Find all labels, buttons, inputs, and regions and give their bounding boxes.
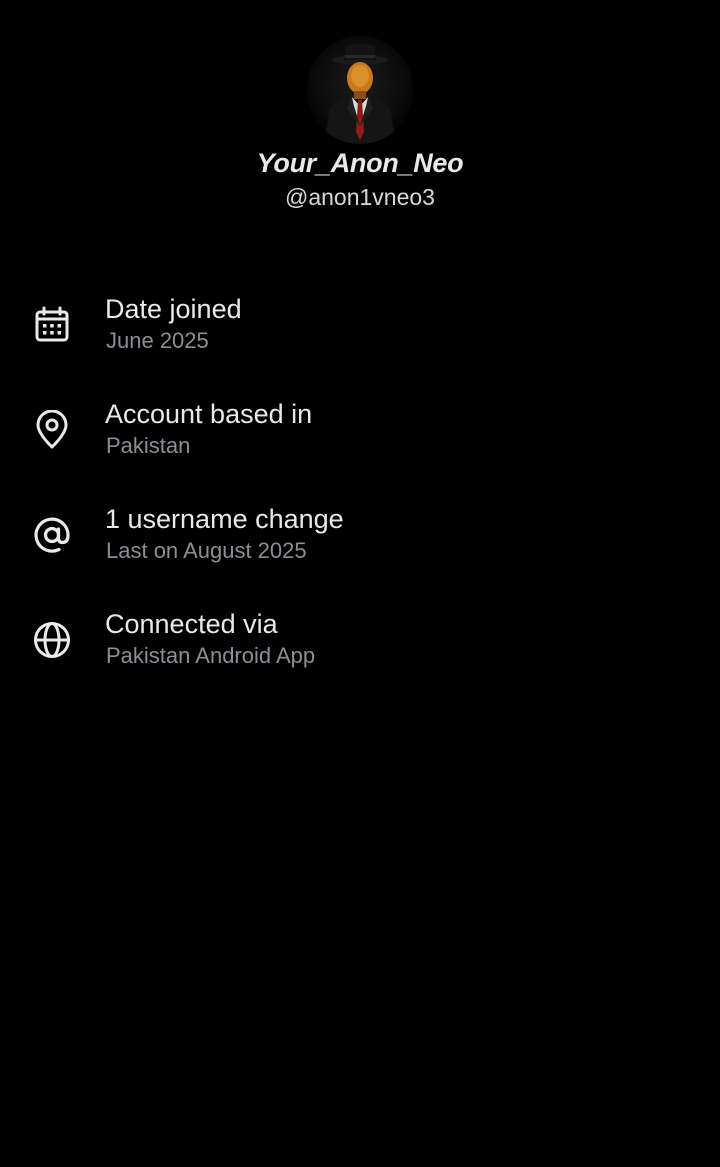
info-title: Account based in — [105, 399, 313, 429]
info-item-date-joined: Date joined June 2025 — [0, 282, 720, 387]
at-sign-icon — [32, 515, 72, 555]
location-pin-icon — [32, 410, 72, 450]
info-value: Last on August 2025 — [106, 538, 307, 563]
username-handle: @anon1vneo3 — [285, 184, 435, 210]
anonymous-man-avatar-image — [325, 43, 395, 144]
info-title: 1 username change — [105, 504, 344, 534]
info-value: Pakistan Android App — [106, 643, 316, 668]
display-name: Your_Anon_Neo — [256, 148, 464, 178]
info-item-connected-via: Connected via Pakistan Android App — [0, 597, 720, 702]
info-item-account-location: Account based in Pakistan — [0, 387, 720, 492]
info-title: Date joined — [105, 294, 242, 324]
info-item-username-change: 1 username change Last on August 2025 — [0, 492, 720, 597]
account-info-list: Date joined June 2025 Account based in P… — [0, 282, 720, 702]
info-value: June 2025 — [106, 328, 209, 353]
avatar[interactable] — [307, 36, 413, 144]
globe-icon — [32, 620, 72, 660]
profile-header: Your_Anon_Neo @anon1vneo3 — [0, 0, 720, 230]
info-value: Pakistan — [106, 433, 191, 458]
info-title: Connected via — [105, 609, 278, 639]
calendar-icon — [32, 305, 72, 345]
